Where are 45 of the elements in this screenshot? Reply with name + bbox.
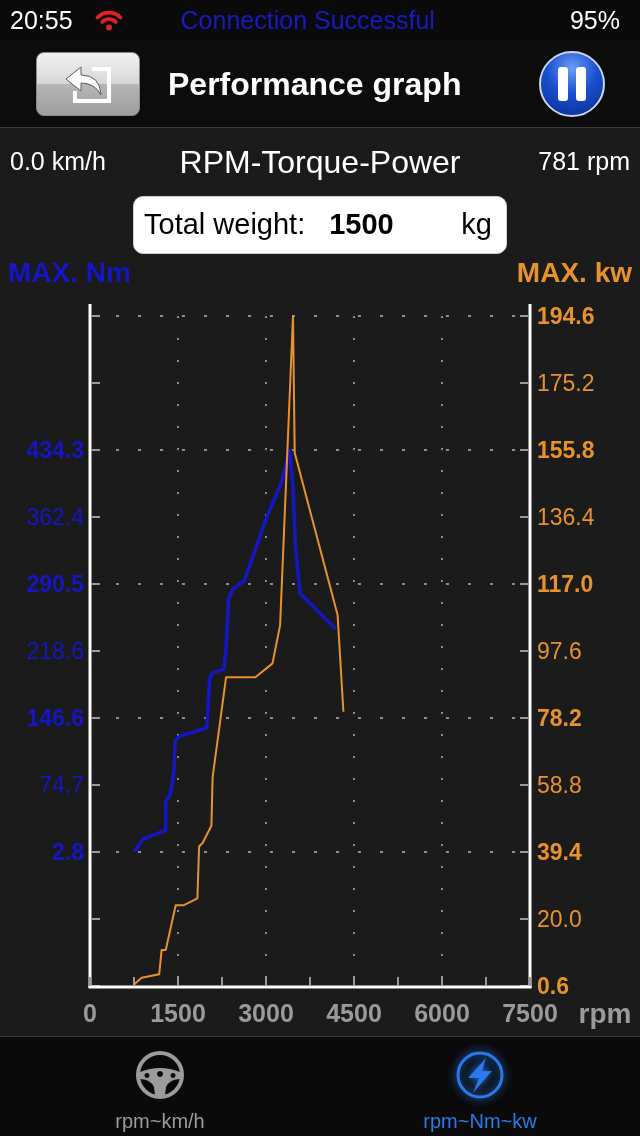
x-axis-title: rpm: [578, 997, 632, 1029]
lightning-icon: [455, 1050, 505, 1100]
graph-title: RPM-Torque-Power: [178, 143, 462, 182]
rpm-reading: 781 rpm: [537, 146, 630, 178]
battery-percent: 95%: [569, 7, 620, 33]
page-title: Performance graph: [168, 64, 462, 104]
axis-title: MAX. Nm: [8, 258, 131, 287]
tick-label: 74.7: [39, 772, 84, 799]
tick-label: 0: [83, 999, 97, 1027]
tick-label: 175.2: [537, 370, 595, 396]
tick-label: 1500: [150, 999, 206, 1027]
tick-label: 58.8: [537, 772, 582, 798]
tick-label: 6000: [414, 999, 470, 1027]
bottom-tab[interactable]: rpm~km/h: [0, 1037, 320, 1136]
wifi-icon: [94, 9, 123, 31]
tick-label: 3000: [238, 999, 294, 1027]
tick-label: 290.5: [26, 570, 84, 597]
speed-reading: 0.0 km/h: [10, 146, 107, 178]
tick-label: 97.6: [537, 638, 582, 664]
back-button[interactable]: [36, 51, 140, 116]
tick-label: 39.4: [537, 839, 582, 865]
tick-label: 136.4: [537, 504, 595, 530]
clock-time: 20:55: [10, 7, 73, 33]
pause-icon: [558, 66, 586, 101]
connection-status: Connection Successful: [180, 7, 435, 33]
steering-wheel-icon: [135, 1050, 185, 1100]
tick-label: 362.4: [26, 503, 84, 530]
weight-input[interactable]: 1500: [329, 203, 450, 247]
tick-label: 146.6: [26, 705, 84, 732]
return-arrow-icon: [64, 63, 112, 104]
unit-label: kg: [461, 207, 492, 243]
tick-label: 2.8: [52, 839, 84, 865]
tick-label: 194.6: [537, 303, 595, 329]
weight-label: Total weight:: [144, 207, 306, 243]
tick-label: 0.6: [537, 973, 569, 999]
bottom-tab[interactable]: rpm~Nm~kw: [320, 1037, 640, 1136]
axis-title: MAX. kw: [516, 258, 632, 287]
tick-label: 155.8: [537, 437, 595, 463]
tick-label: 117.0: [537, 571, 594, 597]
tick-label: 20.0: [537, 906, 582, 932]
tick-label: 7500: [502, 999, 558, 1027]
tick-label: 4500: [326, 999, 382, 1027]
tick-label: 434.3: [26, 437, 84, 463]
tick-label: 78.2: [537, 705, 582, 731]
tick-label: 218.6: [26, 637, 84, 664]
